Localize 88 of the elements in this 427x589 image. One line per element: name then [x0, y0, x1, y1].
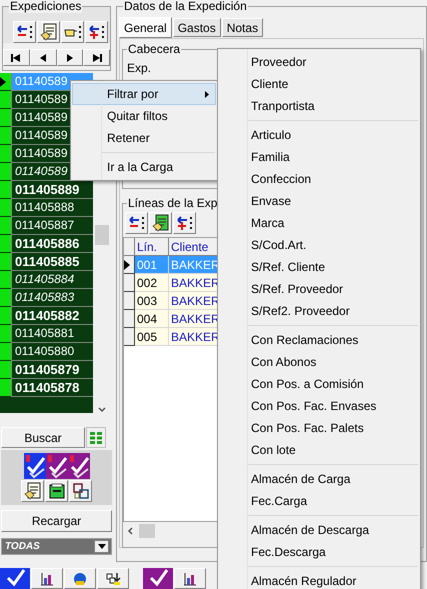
cabinet-icon — [48, 483, 64, 499]
table-cell: 005 — [135, 328, 169, 346]
menu-item[interactable]: Proveedor — [218, 51, 420, 73]
menu-item[interactable]: Con Pos. Fac. Palets — [218, 417, 420, 439]
menu-item[interactable]: Con Pos. Fac. Envases — [218, 395, 420, 417]
tab[interactable]: General — [119, 17, 172, 38]
tab[interactable]: Notas — [222, 18, 264, 37]
menu-item[interactable]: Familia — [218, 146, 420, 168]
first-button[interactable] — [3, 49, 30, 66]
tab[interactable]: Gastos — [172, 18, 221, 37]
grid-icon — [90, 432, 102, 444]
arrow-plus-icon — [88, 24, 106, 40]
arrow-minus-icon — [128, 215, 146, 231]
triangle-icon — [38, 54, 48, 62]
edit-line-button[interactable] — [149, 212, 172, 234]
filter-value: TODAS — [5, 540, 40, 554]
notes-button[interactable] — [37, 21, 60, 43]
globe-button[interactable] — [64, 568, 96, 589]
menu-item[interactable]: Con lote — [218, 439, 420, 461]
row-indicator — [124, 292, 135, 310]
chart-icon — [40, 572, 54, 586]
scroll-down-icon[interactable] — [98, 407, 106, 413]
menu-item[interactable]: Marca — [218, 212, 420, 234]
menu-item[interactable]: Articulo — [218, 124, 420, 146]
notepad-icon — [40, 23, 58, 41]
menu-item[interactable]: Filtrar por — [72, 83, 216, 105]
table-cell: 002 — [135, 274, 169, 292]
next-button[interactable] — [56, 49, 84, 66]
hand-button[interactable] — [61, 21, 84, 43]
table-cell: 001 — [135, 256, 169, 274]
menu-item[interactable]: S/Cod.Art. — [218, 234, 420, 256]
previous-button[interactable] — [30, 49, 56, 66]
notepad-icon — [152, 214, 170, 232]
scroll-left-icon[interactable] — [127, 526, 133, 534]
table-cell: 003 — [135, 292, 169, 310]
triangle-icon — [11, 54, 22, 62]
check-tile-icon[interactable] — [0, 568, 30, 589]
table-cell: 004 — [135, 310, 169, 328]
scrollbar-thumb[interactable] — [94, 225, 108, 245]
last-button[interactable] — [83, 49, 110, 66]
reload-button[interactable]: Recargar — [1, 510, 112, 532]
menu-item[interactable]: Cliente — [218, 73, 420, 95]
submenu-arrow-icon — [205, 90, 209, 98]
panel-title: Expediciones — [9, 0, 82, 13]
group-title: Líneas de la Exp — [127, 196, 218, 210]
search-button[interactable]: Buscar — [1, 427, 85, 448]
group-title: Cabecera — [127, 42, 182, 56]
panel-title: Datos de la Expedición — [123, 0, 248, 13]
check-tile-icon[interactable] — [68, 453, 90, 479]
menu-item[interactable]: Fec.Carga — [218, 490, 420, 512]
notepad-icon — [24, 482, 42, 500]
row-indicator — [124, 328, 135, 346]
menu-item[interactable]: Almacén de Carga — [218, 468, 420, 490]
layout-button[interactable] — [69, 480, 92, 502]
add-line-button[interactable] — [173, 212, 196, 234]
menu-item[interactable]: Fec.Descarga — [218, 541, 420, 563]
transfer-button[interactable] — [97, 568, 129, 589]
check-tile-icon[interactable] — [24, 453, 46, 479]
row-indicator — [124, 310, 135, 328]
triangle-icon — [92, 54, 102, 62]
menu-item[interactable]: Confeccion — [218, 168, 420, 190]
arrow-plus-icon — [176, 215, 194, 231]
chart-button[interactable] — [174, 568, 206, 589]
check-tile-icon[interactable] — [46, 453, 68, 479]
notes-button[interactable] — [21, 480, 44, 502]
dropdown-arrow-icon — [98, 544, 106, 549]
menu-item[interactable]: Envase — [218, 190, 420, 212]
filter-dropdown[interactable]: TODAS — [1, 538, 112, 555]
triangle-icon — [64, 54, 75, 62]
field-label: Exp. — [127, 60, 152, 77]
menu-item[interactable]: Con Abonos — [218, 351, 420, 373]
scrollbar-thumb[interactable] — [139, 524, 155, 538]
add-row-button[interactable] — [85, 21, 108, 43]
chart-icon — [183, 572, 197, 586]
menu-item[interactable]: Almacén Regulador — [218, 570, 420, 589]
menu-item[interactable]: Almacén de Descarga — [218, 519, 420, 541]
remove-row-button[interactable] — [13, 21, 36, 43]
layout-icon — [72, 483, 88, 499]
cabinet-button[interactable] — [45, 480, 68, 502]
grid-button[interactable] — [86, 427, 106, 448]
remove-line-button[interactable] — [125, 212, 148, 234]
check-tile-icon[interactable] — [143, 568, 173, 589]
arrows-icon — [105, 572, 121, 586]
globe-icon — [73, 572, 87, 586]
menu-item[interactable]: Con Pos. a Comisión — [218, 373, 420, 395]
menu-item[interactable]: Tranportista — [218, 95, 420, 117]
arrow-minus-icon — [16, 24, 34, 40]
chart-button[interactable] — [31, 568, 63, 589]
